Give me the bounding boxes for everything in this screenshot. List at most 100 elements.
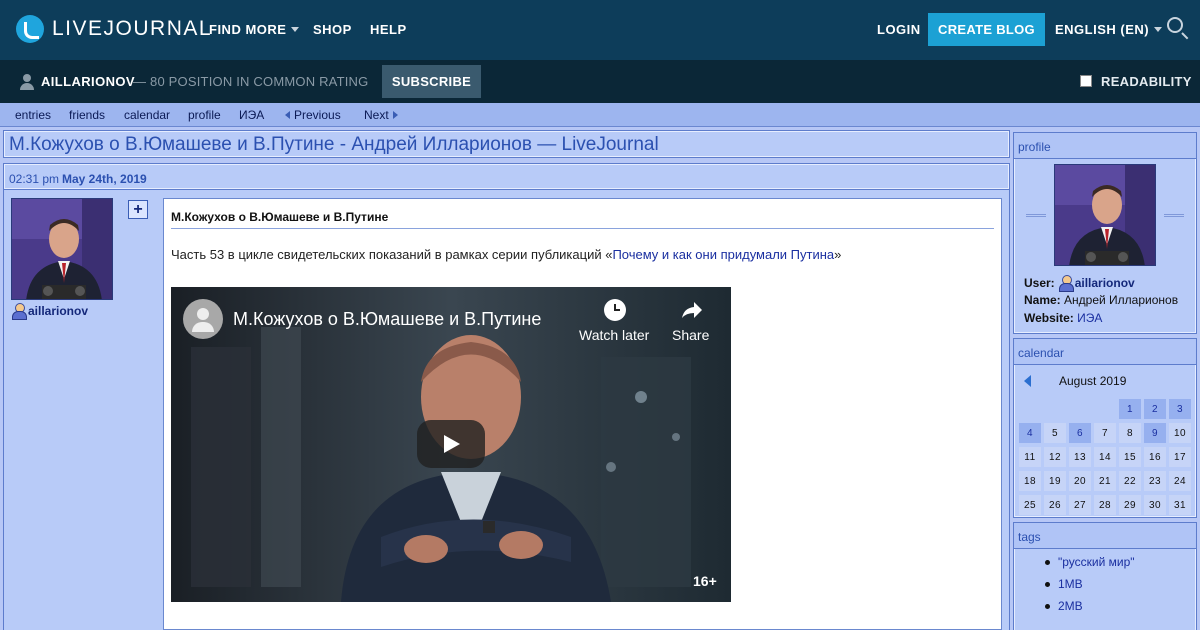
tag-link[interactable]: "русский мир" bbox=[1045, 555, 1135, 577]
calendar-empty-cell bbox=[1018, 397, 1042, 421]
post-body-prefix: Часть 53 в цикле свидетельских показаний… bbox=[171, 247, 613, 262]
nav-friends[interactable]: friends bbox=[69, 108, 105, 122]
channel-avatar-icon[interactable] bbox=[183, 299, 223, 339]
user-label: User: bbox=[1024, 275, 1055, 290]
journal-username[interactable]: AILLARIONOV bbox=[41, 74, 135, 89]
tag-link[interactable]: 2MB bbox=[1045, 599, 1135, 621]
watch-later-button[interactable]: Watch later bbox=[579, 327, 649, 343]
calendar-day: 31 bbox=[1169, 495, 1191, 515]
sidebar-profile-header: profile bbox=[1014, 133, 1196, 159]
userpic-photo bbox=[12, 199, 112, 299]
calendar-day[interactable]: 3 bbox=[1169, 399, 1191, 419]
name-label: Name: bbox=[1024, 293, 1061, 307]
profile-website-line: Website: ИЭА bbox=[1024, 311, 1102, 325]
video-player[interactable]: М.Кожухов о В.Юмашеве и В.Путине Watch l… bbox=[171, 287, 731, 602]
calendar-day: 30 bbox=[1144, 495, 1166, 515]
nav-iea[interactable]: ИЭА bbox=[239, 108, 264, 122]
sidebar-tags-header: tags bbox=[1014, 523, 1196, 549]
user-icon bbox=[12, 303, 27, 320]
nav-profile[interactable]: profile bbox=[188, 108, 221, 122]
subscribe-button[interactable]: SUBSCRIBE bbox=[382, 65, 481, 98]
tags-list: "русский мир" 1MB 2MB bbox=[1045, 555, 1135, 621]
calendar-day: 16 bbox=[1144, 447, 1166, 467]
login-link[interactable]: LOGIN bbox=[877, 22, 921, 37]
calendar-day: 23 bbox=[1144, 471, 1166, 491]
calendar-day: 17 bbox=[1169, 447, 1191, 467]
chevron-down-icon bbox=[1154, 27, 1163, 32]
entry-date[interactable]: May 24th, 2019 bbox=[62, 172, 147, 186]
entry-date-box: 02:31 pm May 24th, 2019 bbox=[3, 163, 1010, 190]
calendar-day: 24 bbox=[1169, 471, 1191, 491]
calendar-day: 26 bbox=[1044, 495, 1066, 515]
rating-text: — 80 POSITION IN COMMON RATING bbox=[133, 74, 369, 89]
tag-link[interactable]: 1MB bbox=[1045, 577, 1135, 599]
sidebar-calendar: calendar August 2019 1 2 3 4 5 6 7 8 9 10 11 12 13 14… bbox=[1013, 338, 1197, 518]
author-link[interactable]: aillarionov bbox=[12, 303, 88, 320]
sidebar-calendar-header: calendar bbox=[1014, 339, 1196, 365]
calendar-day: 20 bbox=[1069, 471, 1091, 491]
next-label: Next bbox=[364, 108, 389, 122]
play-icon[interactable] bbox=[417, 420, 485, 468]
calendar-empty-cell bbox=[1093, 397, 1117, 421]
calendar-day: 8 bbox=[1119, 423, 1141, 443]
nav-find-more-label: FIND MORE bbox=[209, 22, 287, 37]
nav-shop[interactable]: SHOP bbox=[313, 22, 352, 37]
profile-photo bbox=[1055, 165, 1155, 265]
calendar-day: 29 bbox=[1119, 495, 1141, 515]
calendar-day[interactable]: 4 bbox=[1019, 423, 1041, 443]
calendar-day[interactable]: 6 bbox=[1069, 423, 1091, 443]
author-userpic[interactable] bbox=[11, 198, 113, 300]
add-memory-button[interactable]: + bbox=[128, 200, 148, 219]
calendar-empty-cell bbox=[1043, 397, 1067, 421]
readability-label[interactable]: READABILITY bbox=[1101, 74, 1192, 89]
video-title[interactable]: М.Кожухов о В.Юмашеве и В.Путине bbox=[233, 309, 541, 330]
previous-label: Previous bbox=[294, 108, 341, 122]
entry-title-box: М.Кожухов о В.Юмашеве и В.Путине - Андре… bbox=[3, 130, 1010, 158]
post-title: М.Кожухов о В.Юмашеве и В.Путине bbox=[171, 210, 389, 224]
arrow-right-icon bbox=[392, 111, 398, 119]
calendar-day: 5 bbox=[1044, 423, 1066, 443]
profile-userpic[interactable] bbox=[1054, 164, 1156, 266]
clock-icon[interactable] bbox=[604, 299, 626, 321]
profile-username-link[interactable]: aillarionov bbox=[1075, 276, 1135, 290]
nav-help[interactable]: HELP bbox=[370, 22, 407, 37]
calendar-day: 11 bbox=[1019, 447, 1041, 467]
calendar-day: 12 bbox=[1044, 447, 1066, 467]
user-icon bbox=[1058, 275, 1074, 292]
share-button[interactable]: Share bbox=[672, 327, 709, 343]
arrow-left-icon bbox=[285, 111, 290, 119]
journal-nav: entries friends calendar profile ИЭА Pre… bbox=[0, 103, 1200, 127]
top-bar: LIVEJOURNAL FIND MORE SHOP HELP LOGIN CR… bbox=[0, 0, 1200, 60]
post-box: М.Кожухов о В.Юмашеве и В.Путине Часть 5… bbox=[163, 198, 1002, 630]
calendar-day[interactable]: 9 bbox=[1144, 423, 1166, 443]
calendar-month: August 2019 bbox=[1059, 374, 1127, 388]
profile-name-line: Name: Андрей Илларионов bbox=[1024, 293, 1178, 307]
divider bbox=[1026, 214, 1046, 217]
nav-previous[interactable]: Previous bbox=[285, 108, 341, 122]
post-body-suffix: » bbox=[834, 247, 842, 262]
page-title: М.Кожухов о В.Юмашеве и В.Путине - Андре… bbox=[9, 134, 659, 155]
language-selector[interactable]: ENGLISH (EN) bbox=[1055, 22, 1163, 37]
share-icon[interactable] bbox=[680, 300, 704, 320]
series-link[interactable]: Почему и как они придумали Путина bbox=[612, 247, 834, 262]
nav-calendar[interactable]: calendar bbox=[124, 108, 170, 122]
nav-find-more[interactable]: FIND MORE bbox=[209, 22, 300, 37]
calendar-day: 27 bbox=[1069, 495, 1091, 515]
nav-next[interactable]: Next bbox=[364, 108, 398, 122]
calendar-prev-icon[interactable] bbox=[1024, 375, 1031, 387]
calendar-day: 28 bbox=[1094, 495, 1116, 515]
nav-entries[interactable]: entries bbox=[15, 108, 51, 122]
calendar-day[interactable]: 2 bbox=[1144, 399, 1166, 419]
calendar-day: 19 bbox=[1044, 471, 1066, 491]
create-blog-button[interactable]: CREATE BLOG bbox=[928, 13, 1045, 46]
chevron-down-icon bbox=[291, 27, 300, 32]
calendar-day[interactable]: 1 bbox=[1119, 399, 1141, 419]
livejournal-logo-icon bbox=[16, 15, 44, 43]
search-icon[interactable] bbox=[1167, 17, 1183, 33]
calendar-day: 14 bbox=[1094, 447, 1116, 467]
readability-checkbox[interactable] bbox=[1080, 75, 1092, 87]
website-link[interactable]: ИЭА bbox=[1077, 311, 1102, 325]
language-label: ENGLISH (EN) bbox=[1055, 22, 1150, 37]
livejournal-logo[interactable]: LIVEJOURNAL bbox=[16, 15, 212, 43]
profile-user-line: User: aillarionov bbox=[1024, 275, 1135, 292]
